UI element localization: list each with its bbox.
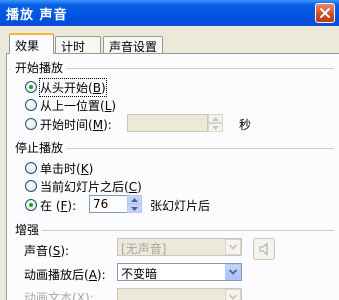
animation-text-key: X <box>76 291 85 300</box>
sound-label: 声音(S): <box>24 244 70 258</box>
sound-label-text: 声音 <box>24 244 49 258</box>
sound-label-key: S <box>52 244 61 258</box>
start-time-spinner[interactable] <box>208 114 223 132</box>
radio-selected-dot <box>29 85 33 89</box>
after-slides-key: F <box>60 199 68 213</box>
stop-play-divider <box>66 148 334 149</box>
chevron-down-icon <box>229 244 237 250</box>
radio-after-slides-label[interactable]: 在 (F): <box>40 197 76 214</box>
tab-timing-label: 计时 <box>61 40 86 54</box>
start-time-unit: 秒 <box>239 118 252 132</box>
close-icon <box>320 8 330 18</box>
sound-volume-button[interactable] <box>253 238 275 260</box>
title-bar[interactable]: 播放 声音 <box>0 0 339 26</box>
from-last-position-text: 从上一位置 <box>40 99 101 113</box>
close-button[interactable] <box>315 3 335 23</box>
radio-start-time[interactable] <box>25 118 37 130</box>
radio-after-current-slide-label[interactable]: 当前幻灯片之后(C) <box>40 178 142 195</box>
sound-select-dropdown[interactable] <box>225 239 241 255</box>
animation-text-text: 动画文本 <box>24 291 73 300</box>
from-start-key: B <box>92 81 101 95</box>
radio-start-time-label[interactable]: 开始时间(M): <box>40 116 112 133</box>
sound-select-value: [无声音] <box>121 242 167 256</box>
start-time-text: 开始时间 <box>40 118 89 132</box>
dialog-window: 播放 声音 效果 计时 声音设置 开始播放 从头开始(B) 从上一位置(L) 开… <box>0 0 339 300</box>
slides-count-input[interactable]: 76 <box>89 195 128 213</box>
tab-effect-label: 效果 <box>15 39 40 53</box>
after-animation-key: A <box>88 268 97 282</box>
from-last-position-key: L <box>104 99 112 113</box>
spin-down-icon <box>212 126 219 130</box>
speaker-icon <box>259 242 268 256</box>
after-animation-label: 动画播放后(A): <box>24 268 106 282</box>
enhance-title: 增强 <box>15 223 40 237</box>
radio-selected-dot <box>29 203 33 207</box>
radio-from-start[interactable] <box>25 81 37 93</box>
start-time-key: M <box>92 118 104 132</box>
radio-after-slides[interactable] <box>25 199 37 211</box>
animation-text-label: 动画文本(X): <box>24 289 94 300</box>
on-click-key: K <box>80 162 89 176</box>
radio-from-last-position[interactable] <box>25 99 37 111</box>
after-animation-text: 动画播放后 <box>24 268 85 282</box>
tab-effect[interactable]: 效果 <box>9 33 54 54</box>
after-current-slide-key: C <box>128 180 138 194</box>
enhance-divider <box>42 230 334 231</box>
from-start-text: 从头开始 <box>40 81 89 95</box>
spin-up-icon <box>212 117 219 121</box>
start-play-title: 开始播放 <box>15 61 64 75</box>
start-time-spin-down[interactable] <box>208 123 223 132</box>
radio-from-last-position-label[interactable]: 从上一位置(L) <box>40 97 116 114</box>
tab-sound-settings-label: 声音设置 <box>109 40 158 54</box>
sound-select[interactable]: [无声音] <box>117 238 242 256</box>
start-play-divider <box>66 68 334 69</box>
start-time-spin-up[interactable] <box>208 114 223 123</box>
chevron-down-icon <box>229 269 237 275</box>
tab-sound-settings[interactable]: 声音设置 <box>103 36 163 54</box>
stop-play-title: 停止播放 <box>15 141 64 155</box>
window-title: 播放 声音 <box>6 8 68 23</box>
after-animation-dropdown[interactable] <box>225 264 241 280</box>
radio-from-start-label[interactable]: 从头开始(B) <box>39 78 107 97</box>
after-animation-select[interactable]: 不变暗 <box>117 263 242 281</box>
radio-on-click-label[interactable]: 单击时(K) <box>40 160 93 177</box>
radio-on-click[interactable] <box>25 162 37 174</box>
slides-count-spinner[interactable] <box>127 195 142 213</box>
slides-count-spin-down[interactable] <box>127 204 142 213</box>
after-slides-text: 在 <box>40 199 53 213</box>
spin-up-icon <box>131 198 138 202</box>
spin-down-icon <box>131 207 138 211</box>
on-click-text: 单击时 <box>40 162 77 176</box>
tab-timing[interactable]: 计时 <box>55 36 101 54</box>
animation-text-dropdown[interactable] <box>225 289 241 300</box>
after-animation-value: 不变暗 <box>121 267 158 281</box>
slides-count-spin-up[interactable] <box>127 195 142 204</box>
after-current-slide-text: 当前幻灯片之后 <box>40 180 125 194</box>
radio-after-current-slide[interactable] <box>25 180 37 192</box>
start-time-input[interactable] <box>127 114 208 132</box>
animation-text-select[interactable] <box>117 288 242 300</box>
chevron-down-icon <box>229 294 237 300</box>
slides-count-suffix: 张幻灯片后 <box>150 199 211 213</box>
